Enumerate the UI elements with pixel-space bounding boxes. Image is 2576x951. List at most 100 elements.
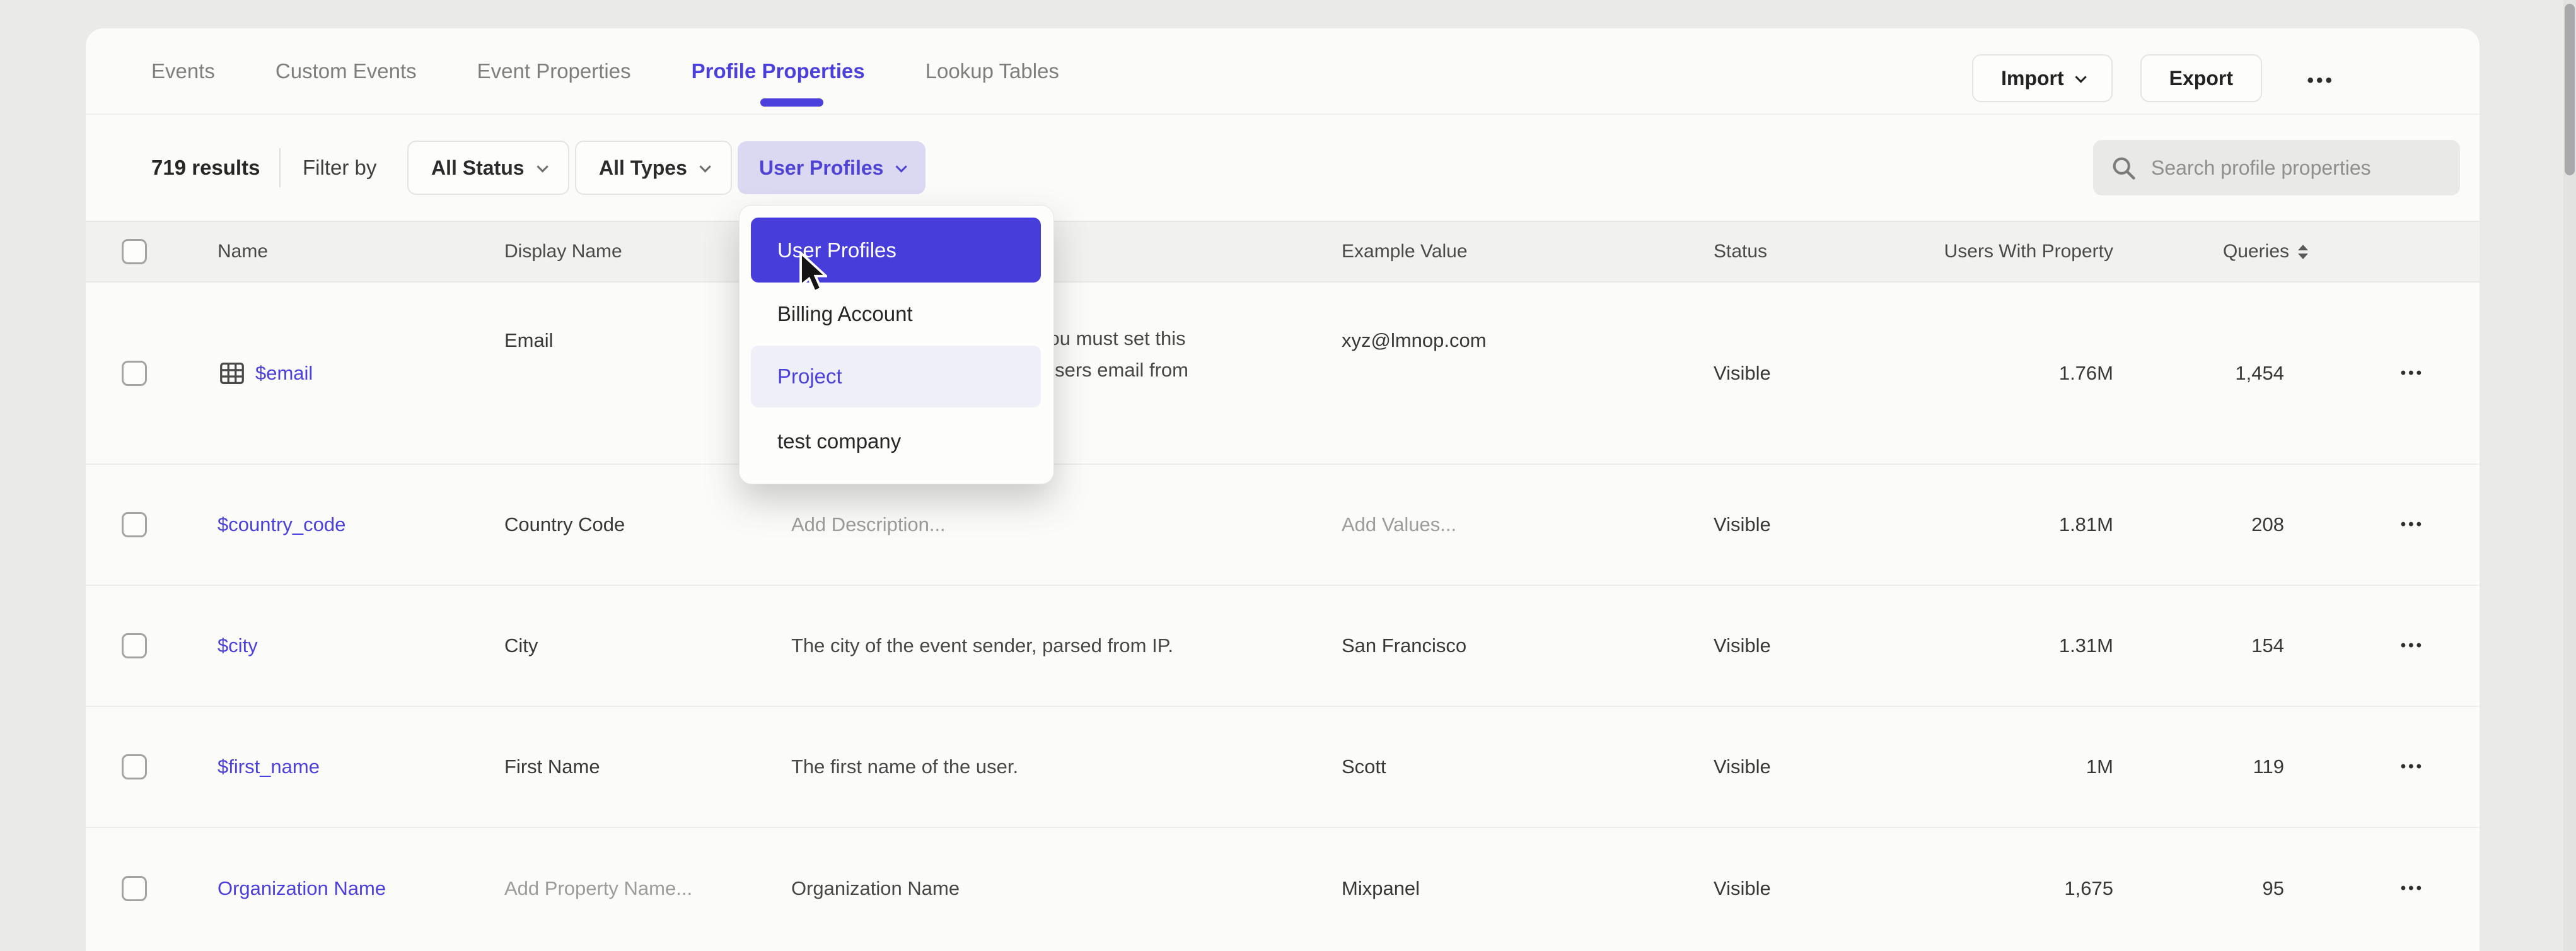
table-row: $country_code Country Code Add Descripti… — [86, 465, 2480, 586]
queries-cell: 95 — [2263, 877, 2284, 900]
display-name-cell[interactable]: Add Property Name... — [504, 877, 692, 900]
tab-custom-events[interactable]: Custom Events — [276, 59, 417, 83]
header-status: Status — [1714, 241, 1767, 262]
row-checkbox[interactable] — [122, 361, 147, 386]
example-value-cell[interactable]: xyz@lmnop.com — [1342, 329, 1487, 352]
chevron-down-icon — [896, 161, 907, 172]
header-queries-label: Queries — [2223, 241, 2289, 262]
status-cell: Visible — [1714, 634, 1771, 657]
description-cell[interactable]: The city of the event sender, parsed fro… — [791, 634, 1173, 657]
header-example-value: Example Value — [1342, 241, 1468, 262]
search-box[interactable] — [2093, 140, 2460, 195]
divider — [279, 148, 281, 187]
example-value-cell[interactable]: Scott — [1342, 756, 1386, 778]
results-count: 719 results — [151, 156, 260, 180]
table-row: Organization Name Add Property Name... O… — [86, 828, 2480, 949]
table-header: Name Display Name Example Value Status U… — [86, 221, 2480, 283]
import-label: Import — [2001, 67, 2064, 90]
property-name-link[interactable]: Organization Name — [218, 877, 386, 900]
row-checkbox[interactable] — [122, 633, 147, 658]
status-cell: Visible — [1714, 756, 1771, 778]
example-value-cell[interactable]: San Francisco — [1342, 634, 1466, 657]
tab-profile-properties[interactable]: Profile Properties — [692, 59, 865, 83]
row-checkbox-cell — [122, 754, 147, 779]
dropdown-item-user-profiles[interactable]: User Profiles — [751, 218, 1041, 283]
scrollbar-track[interactable] — [2563, 0, 2576, 951]
example-value-cell[interactable]: Add Values... — [1342, 513, 1456, 536]
queries-cell: 1,454 — [2235, 362, 2284, 385]
header-name: Name — [218, 241, 268, 262]
chevron-down-icon — [699, 161, 711, 172]
row-checkbox-cell — [122, 361, 147, 386]
dropdown-item-test-company[interactable]: test company — [751, 425, 1041, 458]
status-cell: Visible — [1714, 362, 1771, 385]
queries-cell: 119 — [2253, 756, 2284, 778]
profile-type-filter-button[interactable]: User Profiles — [738, 141, 925, 194]
property-name-link[interactable]: $country_code — [218, 513, 345, 536]
users-with-property-cell: 1M — [2086, 756, 2113, 778]
property-name-link[interactable]: $email — [255, 362, 313, 385]
status-cell: Visible — [1714, 877, 1771, 900]
chevron-down-icon — [2075, 71, 2086, 83]
active-tab-underline — [760, 98, 823, 107]
row-actions-button[interactable]: ••• — [2401, 365, 2424, 382]
users-with-property-cell: 1.31M — [2059, 634, 2113, 657]
row-checkbox-cell — [122, 633, 147, 658]
users-with-property-cell: 1.76M — [2059, 362, 2113, 385]
display-name-cell[interactable]: City — [504, 634, 538, 657]
row-checkbox[interactable] — [122, 512, 147, 537]
tab-event-properties[interactable]: Event Properties — [477, 59, 631, 83]
header-users-with-property: Users With Property — [1944, 241, 2113, 262]
dropdown-item-project[interactable]: Project — [751, 346, 1041, 407]
dropdown-item-billing-account[interactable]: Billing Account — [751, 298, 1041, 330]
description-cell[interactable]: Organization Name — [791, 877, 960, 900]
lexicon-card: Events Custom Events Event Properties Pr… — [86, 28, 2480, 951]
display-name-cell[interactable]: Country Code — [504, 513, 625, 536]
property-name-cell: $email — [218, 359, 313, 388]
filter-by-label: Filter by — [303, 156, 376, 180]
queries-cell: 154 — [2251, 634, 2284, 657]
scrollbar-thumb[interactable] — [2565, 4, 2575, 175]
status-filter-button[interactable]: All Status — [407, 141, 569, 195]
display-name-cell[interactable]: First Name — [504, 756, 600, 778]
property-name-link[interactable]: $city — [218, 634, 258, 657]
header-queries[interactable]: Queries — [2223, 241, 2308, 262]
description-cell[interactable]: Add Description... — [791, 513, 946, 536]
property-name-link[interactable]: $first_name — [218, 756, 320, 778]
sort-icon — [2298, 245, 2308, 259]
profile-type-dropdown-menu: User Profiles Billing Account Project te… — [739, 205, 1054, 484]
select-all-checkbox[interactable] — [122, 239, 147, 264]
row-checkbox-cell — [122, 512, 147, 537]
mouse-cursor — [798, 251, 827, 296]
status-filter-label: All Status — [431, 156, 525, 180]
search-input[interactable] — [2151, 156, 2441, 180]
chevron-down-icon — [537, 161, 548, 172]
users-with-property-cell: 1.81M — [2059, 513, 2113, 536]
import-button[interactable]: Import — [1972, 54, 2113, 102]
row-actions-button[interactable]: ••• — [2401, 516, 2424, 534]
description-cell[interactable]: The first name of the user. — [791, 756, 1018, 778]
row-actions-button[interactable]: ••• — [2401, 758, 2424, 776]
table-row: $email Email you must set this d users e… — [86, 283, 2480, 465]
row-checkbox-cell — [122, 876, 147, 901]
tab-lookup-tables[interactable]: Lookup Tables — [925, 59, 1059, 83]
tab-events[interactable]: Events — [151, 59, 215, 83]
queries-cell: 208 — [2251, 513, 2284, 536]
select-all-checkbox-cell — [122, 239, 147, 264]
table-row: $first_name First Name The first name of… — [86, 707, 2480, 828]
status-cell: Visible — [1714, 513, 1771, 536]
more-options-button[interactable]: ••• — [2307, 70, 2335, 91]
toolbar: Import Export — [1972, 54, 2262, 102]
export-button[interactable]: Export — [2140, 54, 2262, 102]
row-checkbox[interactable] — [122, 876, 147, 901]
display-name-cell[interactable]: Email — [504, 329, 554, 352]
row-actions-button[interactable]: ••• — [2401, 637, 2424, 655]
header-display-name: Display Name — [504, 241, 622, 262]
export-label: Export — [2169, 67, 2233, 90]
row-checkbox[interactable] — [122, 754, 147, 779]
example-value-cell[interactable]: Mixpanel — [1342, 877, 1420, 900]
type-filter-label: All Types — [599, 156, 687, 180]
tab-bar: Events Custom Events Event Properties Pr… — [86, 28, 2480, 115]
row-actions-button[interactable]: ••• — [2401, 880, 2424, 897]
type-filter-button[interactable]: All Types — [575, 141, 732, 195]
